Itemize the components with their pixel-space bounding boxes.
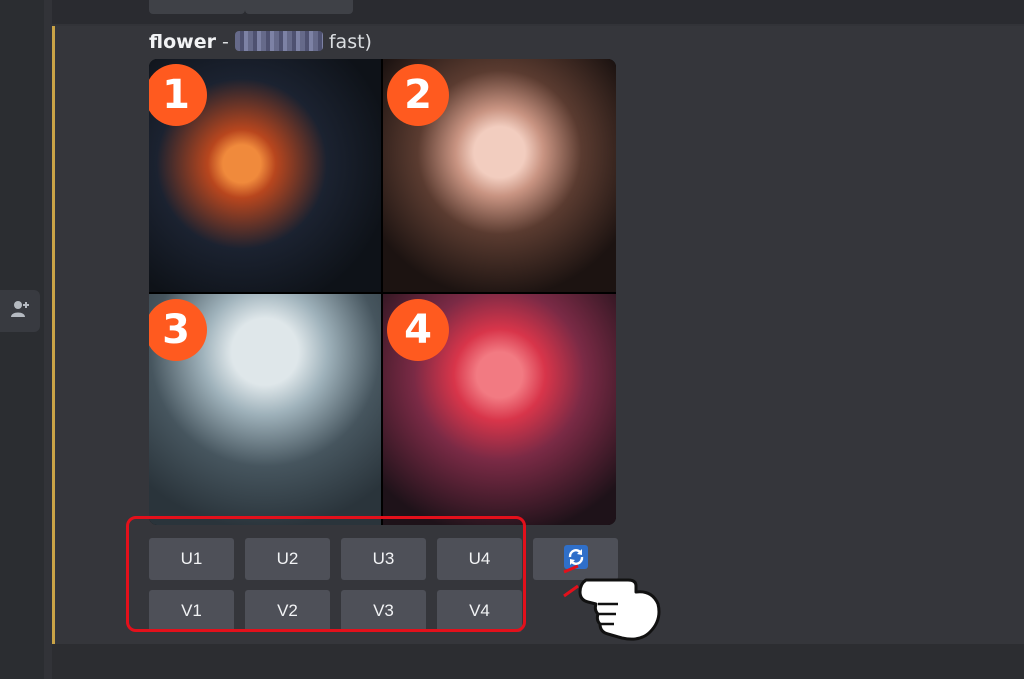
- number-badge: 2: [387, 64, 449, 126]
- prompt-separator: -: [222, 31, 229, 53]
- previous-action-button[interactable]: [149, 0, 245, 14]
- next-message-area: [52, 644, 1024, 679]
- previous-action-button[interactable]: [245, 0, 353, 14]
- mention-highlight-bar: [52, 26, 55, 644]
- number-badge: 4: [387, 299, 449, 361]
- add-member-icon: [10, 300, 30, 322]
- image-tile-1[interactable]: 1: [149, 59, 381, 292]
- image-grid[interactable]: 1 2 3 4: [149, 59, 616, 525]
- add-member-button[interactable]: [0, 290, 40, 332]
- prompt-text: flower: [149, 31, 216, 53]
- prompt-line: flower - fast): [149, 30, 372, 54]
- previous-message-actions: [52, 0, 1024, 24]
- image-tile-2[interactable]: 2: [383, 59, 616, 292]
- number-badge: 1: [149, 64, 207, 126]
- button-highlight-box: [126, 516, 526, 632]
- prompt-suffix: fast): [328, 31, 372, 53]
- left-rail: [0, 0, 44, 679]
- blurred-user-mention[interactable]: [234, 31, 323, 51]
- number-badge: 3: [149, 299, 207, 361]
- pointing-hand-icon: [556, 556, 666, 650]
- image-tile-3[interactable]: 3: [149, 294, 381, 525]
- image-tile-4[interactable]: 4: [383, 294, 616, 525]
